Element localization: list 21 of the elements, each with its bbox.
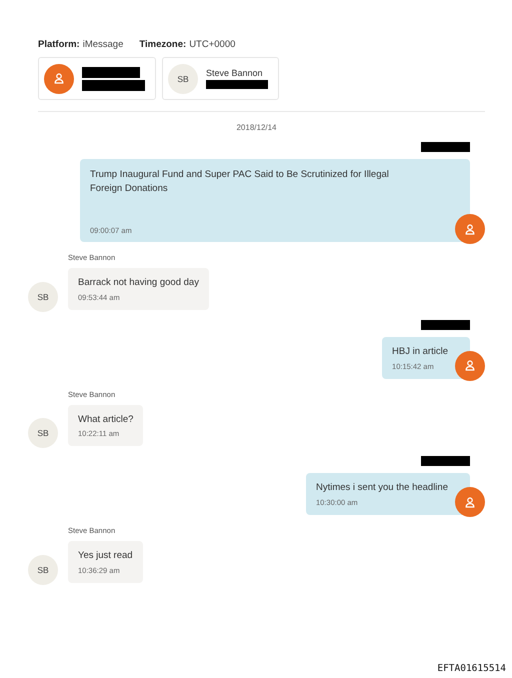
document-id: EFTA01615514 (437, 663, 506, 674)
participant-name: Steve Bannon (206, 68, 264, 78)
date-label: 2018/12/14 (235, 123, 278, 132)
platform-value: iMessage (82, 39, 124, 50)
message-text: Nytimes i sent you the headline (316, 481, 448, 496)
avatar: SB (168, 64, 198, 94)
person-icon (465, 496, 475, 508)
avatar: SB (28, 282, 58, 312)
message-text: Trump Inaugural Fund and Super PAC Said to Be Scrutinized for Illegal Foreign Donations (90, 168, 390, 196)
message-text: Barrack not having good day (78, 276, 199, 290)
message-text: What article? (78, 412, 134, 426)
platform-label: Platform: (38, 39, 80, 50)
message-text: HBJ in article (392, 344, 448, 359)
message-text: Yes just read (78, 549, 133, 563)
person-icon (465, 224, 475, 234)
timezone-value: UTC+0000 (189, 39, 236, 50)
avatar: SB (28, 418, 58, 448)
person-icon (54, 73, 64, 84)
person-icon (465, 360, 475, 372)
timezone-label: Timezone: (139, 39, 186, 50)
avatar: SB (28, 554, 58, 585)
